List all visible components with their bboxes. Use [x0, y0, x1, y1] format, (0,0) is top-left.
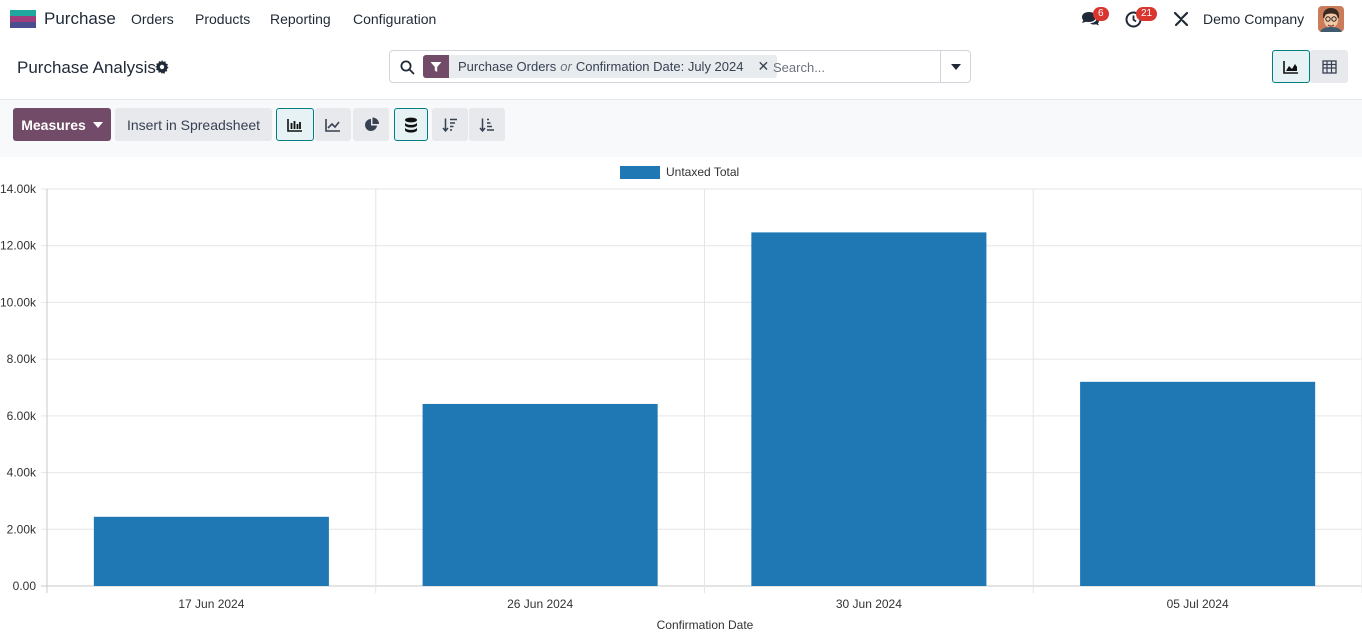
caret-down-icon — [950, 63, 961, 70]
bar[interactable] — [93, 516, 329, 586]
y-tick-label: 6.00k — [7, 409, 37, 423]
menu-products[interactable]: Products — [195, 11, 250, 27]
y-tick-label: 10.00k — [0, 295, 37, 309]
measures-label: Measures — [21, 116, 86, 133]
legend-swatch[interactable] — [620, 166, 660, 179]
area-chart-icon — [1283, 60, 1298, 74]
filter-icon — [423, 55, 449, 78]
measures-button[interactable]: Measures — [13, 108, 111, 141]
graph-canvas: 0.00 2.00k 4.00k 6.00k 8.00k 10.00k 12.00k 14.0… — [0, 157, 1362, 634]
sort-ascending-button[interactable] — [469, 108, 505, 141]
user-avatar[interactable] — [1318, 6, 1344, 32]
facet-value-purchase-orders: Purchase Orders — [458, 59, 557, 74]
company-switcher[interactable]: Demo Company — [1203, 11, 1304, 27]
top-navbar: Purchase Orders Products Reporting Confi… — [0, 0, 1362, 40]
search-icon[interactable] — [400, 60, 415, 80]
bar[interactable] — [1080, 381, 1316, 586]
bar[interactable] — [422, 403, 658, 586]
insert-spreadsheet-button[interactable]: Insert in Spreadsheet — [115, 108, 272, 141]
x-axis-title: Confirmation Date — [657, 618, 754, 632]
pivot-view-button[interactable] — [1310, 50, 1348, 83]
messages-count-badge: 6 — [1093, 7, 1109, 21]
bar-chart-button[interactable] — [276, 108, 314, 141]
menu-reporting[interactable]: Reporting — [270, 11, 331, 27]
legend-label[interactable]: Untaxed Total — [666, 165, 739, 179]
line-chart-button[interactable] — [315, 108, 351, 141]
sort-descending-button[interactable] — [432, 108, 468, 141]
facet-separator: or — [560, 59, 572, 74]
caret-down-icon — [92, 121, 103, 128]
pie-chart-button[interactable] — [353, 108, 389, 141]
x-tick-label: 30 Jun 2024 — [836, 597, 902, 611]
table-icon — [1321, 59, 1337, 74]
pie-chart-icon — [364, 117, 379, 131]
y-tick-label: 4.00k — [7, 466, 37, 480]
menu-configuration[interactable]: Configuration — [353, 11, 436, 27]
line-chart-icon — [325, 118, 340, 132]
bar[interactable] — [751, 232, 987, 587]
debug-tools-icon[interactable] — [1173, 11, 1189, 32]
y-tick-label: 2.00k — [7, 522, 37, 536]
graph-view-button[interactable] — [1272, 50, 1310, 83]
y-tick-label: 14.00k — [0, 182, 37, 196]
app-logo-icon[interactable] — [10, 10, 36, 28]
x-tick-label: 26 Jun 2024 — [507, 597, 573, 611]
gear-icon[interactable] — [155, 60, 169, 79]
x-tick-label: 17 Jun 2024 — [178, 597, 244, 611]
y-tick-label: 8.00k — [7, 352, 37, 366]
search-bar: Purchase Orders or Confirmation Date: July… — [389, 50, 971, 83]
menu-orders[interactable]: Orders — [131, 11, 174, 27]
page-title: Purchase Analysis — [17, 58, 156, 77]
database-stack-icon — [405, 117, 417, 132]
filter-facet: Purchase Orders or Confirmation Date: July… — [423, 55, 778, 78]
insert-spreadsheet-label: Insert in Spreadsheet — [126, 116, 261, 133]
sort-descending-icon — [442, 118, 457, 132]
sort-ascending-icon — [479, 118, 494, 132]
facet-value-confirmation-date: Confirmation Date: July 2024 — [575, 59, 744, 74]
bar-chart-icon — [287, 118, 302, 132]
app-name[interactable]: Purchase — [44, 9, 116, 29]
graph-toolbar: Measures Insert in Spreadsheet — [0, 100, 1362, 157]
control-panel: Purchase Analysis Purchase Orders or Confi… — [0, 40, 1362, 100]
activities-count-badge: 21 — [1136, 7, 1158, 21]
y-tick-label: 0.00 — [13, 579, 37, 593]
stacked-button[interactable] — [394, 108, 428, 141]
x-tick-label: 05 Jul 2024 — [1167, 597, 1229, 611]
facet-text: Purchase Orders or Confirmation Date: July… — [449, 59, 751, 74]
y-tick-label: 12.00k — [0, 239, 37, 253]
bar-chart: 0.00 2.00k 4.00k 6.00k 8.00k 10.00k 12.00k 14.0… — [0, 165, 1362, 632]
search-options-toggle[interactable] — [940, 51, 970, 82]
search-input[interactable] — [773, 57, 933, 77]
